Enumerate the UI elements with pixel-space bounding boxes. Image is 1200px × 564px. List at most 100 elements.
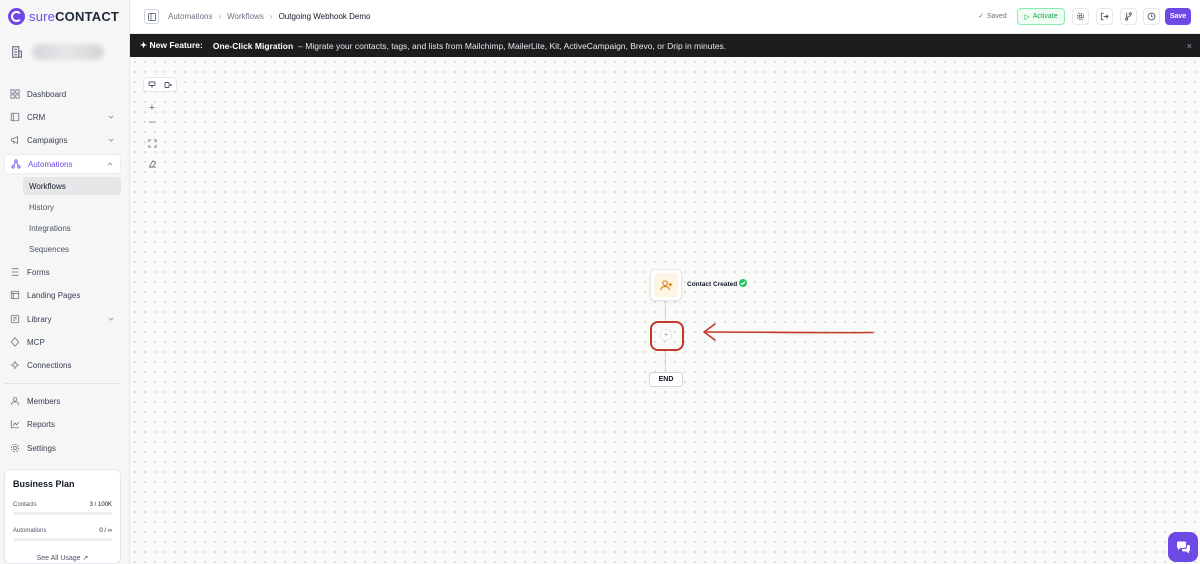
- connector-line: [665, 301, 666, 321]
- sidebar-item-automations[interactable]: Automations: [4, 154, 121, 174]
- sidebar-item-label: Reports: [27, 419, 56, 429]
- check-icon: ✓: [978, 13, 984, 20]
- breadcrumb-current: Outgoing Webhook Demo: [278, 12, 371, 21]
- top-header: Automations › Workflows › Outgoing Webho…: [130, 0, 1200, 34]
- exit-icon: [1100, 12, 1109, 21]
- automations-usage-row: Automations 0 / ∞: [13, 528, 112, 534]
- account-name-redacted: [32, 44, 104, 60]
- plan-usage-card: Business Plan Contacts 3 / 100K Automati…: [4, 469, 121, 564]
- landing-pages-icon: [10, 290, 20, 300]
- settings-icon: [10, 443, 20, 453]
- toggle-sidebar-button[interactable]: [144, 9, 159, 24]
- crm-icon: [10, 112, 20, 122]
- saved-status: ✓ Saved: [978, 12, 1007, 21]
- sidebar: sureCONTACT Dashboard CRM Campaigns Auto…: [0, 0, 130, 564]
- sidebar-item-members[interactable]: Members: [4, 391, 121, 411]
- banner-title[interactable]: One-Click Migration: [213, 41, 293, 51]
- banner-close-icon[interactable]: ×: [1187, 41, 1192, 51]
- connector-line: [665, 351, 666, 372]
- sidebar-subitem-sequences[interactable]: Sequences: [23, 240, 121, 258]
- save-button[interactable]: Save: [1165, 8, 1191, 25]
- reports-icon: [10, 420, 20, 429]
- sidebar-item-settings[interactable]: Settings: [4, 438, 121, 458]
- automations-icon: [11, 159, 21, 169]
- account-switcher[interactable]: [10, 44, 104, 60]
- sidebar-item-connections[interactable]: Connections: [4, 355, 121, 375]
- activate-button[interactable]: ▷ Activate: [1017, 8, 1065, 25]
- sidebar-divider: [4, 383, 121, 384]
- play-icon: ▷: [1024, 13, 1030, 21]
- library-icon: [10, 314, 20, 324]
- breadcrumb-workflows[interactable]: Workflows: [227, 12, 264, 21]
- mcp-icon: [10, 337, 20, 347]
- chevron-up-icon: [107, 162, 113, 166]
- eraser-icon: [148, 159, 156, 168]
- sidebar-item-reports[interactable]: Reports: [4, 414, 121, 434]
- banner-text: – Migrate your contacts, tags, and lists…: [298, 40, 727, 51]
- sidebar-item-dashboard[interactable]: Dashboard: [4, 84, 121, 104]
- automations-usage-bar: [13, 538, 112, 541]
- select-tool-icon[interactable]: [164, 81, 172, 89]
- zoom-in-button[interactable]: +: [145, 101, 159, 115]
- sidebar-item-mcp[interactable]: MCP: [4, 332, 121, 352]
- sidebar-item-label: Connections: [27, 360, 72, 370]
- zoom-out-button[interactable]: –: [145, 115, 159, 129]
- sidebar-subitem-integrations[interactable]: Integrations: [23, 219, 121, 237]
- chevron-down-icon: [108, 138, 114, 142]
- workflow-settings-button[interactable]: [1072, 8, 1089, 25]
- history-icon: [1147, 12, 1156, 21]
- connections-icon: [10, 360, 20, 370]
- members-icon: [10, 397, 20, 406]
- success-check-icon: [739, 279, 747, 287]
- banner-lead: ✦ New Feature:: [140, 40, 203, 51]
- sidebar-item-crm[interactable]: CRM: [4, 107, 121, 127]
- history-button[interactable]: [1143, 8, 1160, 25]
- chat-support-button[interactable]: [1168, 532, 1198, 562]
- sidebar-item-label: Automations: [28, 159, 73, 169]
- automations-usage-label: Automations: [13, 528, 47, 534]
- fit-view-icon: [147, 138, 157, 148]
- see-all-usage-link[interactable]: See All Usage ↗: [13, 554, 112, 562]
- sidebar-item-library[interactable]: Library: [4, 309, 121, 329]
- trigger-label: Contact Created: [687, 281, 738, 288]
- trigger-node[interactable]: [650, 269, 682, 301]
- fit-view-button[interactable]: [145, 136, 159, 150]
- brand-logo[interactable]: sureCONTACT: [8, 8, 119, 25]
- sidebar-item-label: Campaigns: [27, 135, 68, 145]
- sidebar-item-campaigns[interactable]: Campaigns: [4, 130, 121, 150]
- contacts-usage-value: 3 / 100K: [89, 502, 112, 508]
- contacts-usage-label: Contacts: [13, 502, 37, 508]
- chevron-right-icon: ›: [218, 12, 222, 21]
- sidebar-item-label: Dashboard: [27, 89, 67, 99]
- branch-icon: [1125, 12, 1132, 21]
- automations-usage-value: 0 / ∞: [99, 528, 112, 534]
- megaphone-icon: [11, 135, 18, 145]
- sidebar-item-forms[interactable]: Forms: [4, 262, 121, 282]
- brand-prefix: sure: [29, 9, 56, 24]
- gear-icon: [1076, 12, 1085, 21]
- branch-button[interactable]: [1120, 8, 1137, 25]
- sidebar-item-label: Settings: [27, 443, 56, 453]
- arrow-annotation-icon: [703, 323, 874, 341]
- sidebar-item-label: CRM: [27, 112, 46, 122]
- sidebar-subitem-history[interactable]: History: [23, 198, 121, 216]
- brand-suffix: CONTACT: [55, 9, 120, 24]
- forms-icon: [11, 268, 19, 276]
- contacts-usage-row: Contacts 3 / 100K: [13, 502, 112, 508]
- chevron-down-icon: [108, 317, 114, 321]
- sidebar-item-landing-pages[interactable]: Landing Pages: [4, 285, 121, 305]
- cleanup-button[interactable]: [145, 156, 159, 170]
- end-node: END: [649, 372, 683, 387]
- user-plus-icon: [659, 279, 672, 290]
- sidebar-item-label: Forms: [27, 267, 50, 277]
- plan-title: Business Plan: [13, 479, 75, 489]
- sidebar-item-label: Members: [27, 396, 61, 406]
- chat-icon: [1176, 541, 1190, 553]
- add-step-button[interactable]: +: [660, 329, 672, 341]
- surecontact-logo-icon: [8, 8, 25, 25]
- pan-tool-icon[interactable]: [148, 81, 156, 89]
- exit-button[interactable]: [1096, 8, 1113, 25]
- breadcrumb-automations[interactable]: Automations: [168, 12, 212, 21]
- sidebar-item-label: MCP: [27, 337, 45, 347]
- sidebar-subitem-workflows[interactable]: Workflows: [23, 177, 121, 195]
